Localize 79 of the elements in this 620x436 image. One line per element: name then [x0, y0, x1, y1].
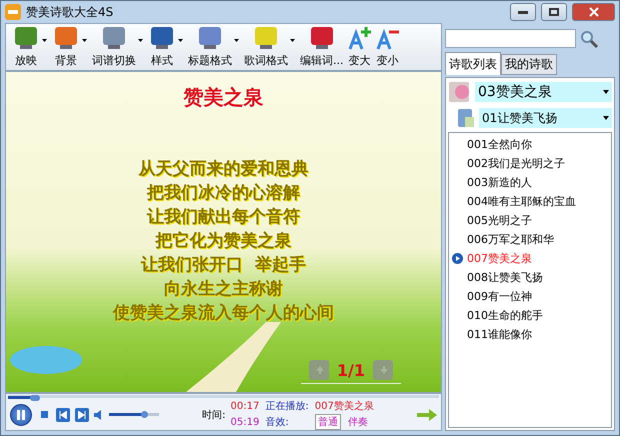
effect-option[interactable]: 普通 — [314, 414, 341, 430]
toolbar-button[interactable]: 歌词格式 — [242, 25, 290, 68]
caret-icon[interactable] — [234, 39, 239, 42]
close-icon — [588, 7, 598, 17]
speaker-icon — [94, 410, 104, 420]
previous-button[interactable] — [56, 408, 70, 422]
now-playing-title: 007赞美之泉 — [314, 400, 374, 413]
page-indicator: 1/1 — [336, 360, 365, 380]
song-list-item[interactable]: 001全然向你 — [449, 135, 611, 154]
song-title: 赞美之泉 — [184, 84, 264, 111]
progress-thumb[interactable] — [30, 395, 40, 401]
song-list-item[interactable]: 002我们是光明之子 — [449, 154, 611, 173]
next-icon — [78, 410, 86, 418]
total-time: 05:19 — [230, 416, 260, 428]
effect-option[interactable]: 伴奏 — [344, 414, 371, 430]
maximize-button[interactable] — [541, 3, 567, 21]
toolbar-button[interactable]: 放映 — [10, 25, 42, 68]
lyric-line: 使赞美之泉流入每个人的心间 — [113, 302, 334, 325]
minimize-button[interactable] — [510, 3, 536, 21]
elapsed-time: 00:17 — [230, 400, 260, 412]
search-field[interactable] — [445, 29, 576, 48]
folder-icon — [456, 107, 476, 129]
lyric-line: 把它化为赞美之泉 — [156, 230, 292, 253]
lyric-line: 从天父而来的爱和恩典 — [138, 158, 308, 181]
sidebar-tab[interactable]: 诗歌列表 — [445, 52, 501, 75]
song-list-item[interactable]: 010生命的舵手 — [449, 306, 611, 325]
minimize-icon — [518, 10, 528, 14]
now-playing-label: 正在播放: — [265, 400, 309, 413]
caret-icon — [603, 116, 609, 120]
song-list-item[interactable]: 011谁能像你 — [449, 325, 611, 344]
toolbar-button[interactable]: 词谱切换 — [90, 25, 138, 68]
song-list-item[interactable]: 008让赞美飞扬 — [449, 268, 611, 287]
volume-track[interactable] — [109, 413, 159, 416]
toolbar-button[interactable]: 编辑词... — [298, 25, 346, 68]
caret-icon[interactable] — [82, 39, 87, 42]
song-list-item[interactable]: 007赞美之泉 — [449, 249, 611, 268]
song-list-item[interactable]: 006万军之耶和华 — [449, 230, 611, 249]
sidebar-tab[interactable]: 我的诗歌 — [501, 54, 557, 75]
lyric-line: 向永生之主称谢 — [164, 278, 283, 301]
stop-icon — [40, 411, 48, 418]
song-list-item[interactable]: 004唯有主耶稣的宝血 — [449, 192, 611, 211]
album-dropdown[interactable]: 03赞美之泉 — [475, 82, 612, 102]
arrow-down-icon — [379, 365, 387, 375]
time-label: 时间: — [202, 408, 226, 422]
monitor-icon — [12, 25, 40, 51]
search-icon[interactable] — [580, 30, 598, 48]
caret-icon[interactable] — [290, 39, 295, 42]
previous-icon — [59, 410, 67, 418]
album-icon — [448, 80, 472, 104]
pause-icon — [17, 410, 25, 420]
song-list-item[interactable]: 005光明之子 — [449, 211, 611, 230]
play-icon — [452, 253, 463, 264]
pond-drawing — [10, 346, 82, 374]
collection-dropdown[interactable]: 01让赞美飞扬 — [479, 108, 612, 128]
progress-track[interactable] — [8, 395, 439, 398]
lyric-line: 让我们张开口 举起手 — [141, 254, 306, 277]
maximize-icon — [549, 8, 559, 16]
volume-thumb[interactable] — [141, 411, 148, 418]
next-button[interactable] — [75, 408, 89, 422]
arrow-up-icon — [314, 365, 323, 375]
toolbar-button[interactable]: 标题格式 — [186, 25, 234, 68]
toolbar-button[interactable]: 变小 — [374, 25, 402, 68]
caret-icon — [603, 90, 609, 94]
close-button[interactable] — [572, 3, 615, 21]
window-title: 赞美诗歌大全4S — [26, 4, 114, 20]
lyric-line: 把我们冰冷的心溶解 — [147, 182, 300, 205]
pause-button[interactable] — [10, 404, 32, 426]
caret-icon[interactable] — [42, 39, 47, 42]
song-list-item[interactable]: 009有一位神 — [449, 287, 611, 306]
toolbar-button[interactable]: 样式 — [146, 25, 178, 68]
app-icon — [5, 4, 21, 20]
lyric-line: 让我们献出每个音符 — [147, 206, 300, 229]
song-list-item[interactable]: 003新造的人 — [449, 173, 611, 192]
effect-label: 音效: — [265, 416, 290, 429]
caret-icon[interactable] — [138, 39, 143, 42]
toolbar-button[interactable]: 背景 — [50, 25, 82, 68]
letter-plus-icon — [348, 25, 372, 51]
toolbar-button[interactable]: 变大 — [346, 25, 374, 68]
caret-icon[interactable] — [178, 39, 183, 42]
